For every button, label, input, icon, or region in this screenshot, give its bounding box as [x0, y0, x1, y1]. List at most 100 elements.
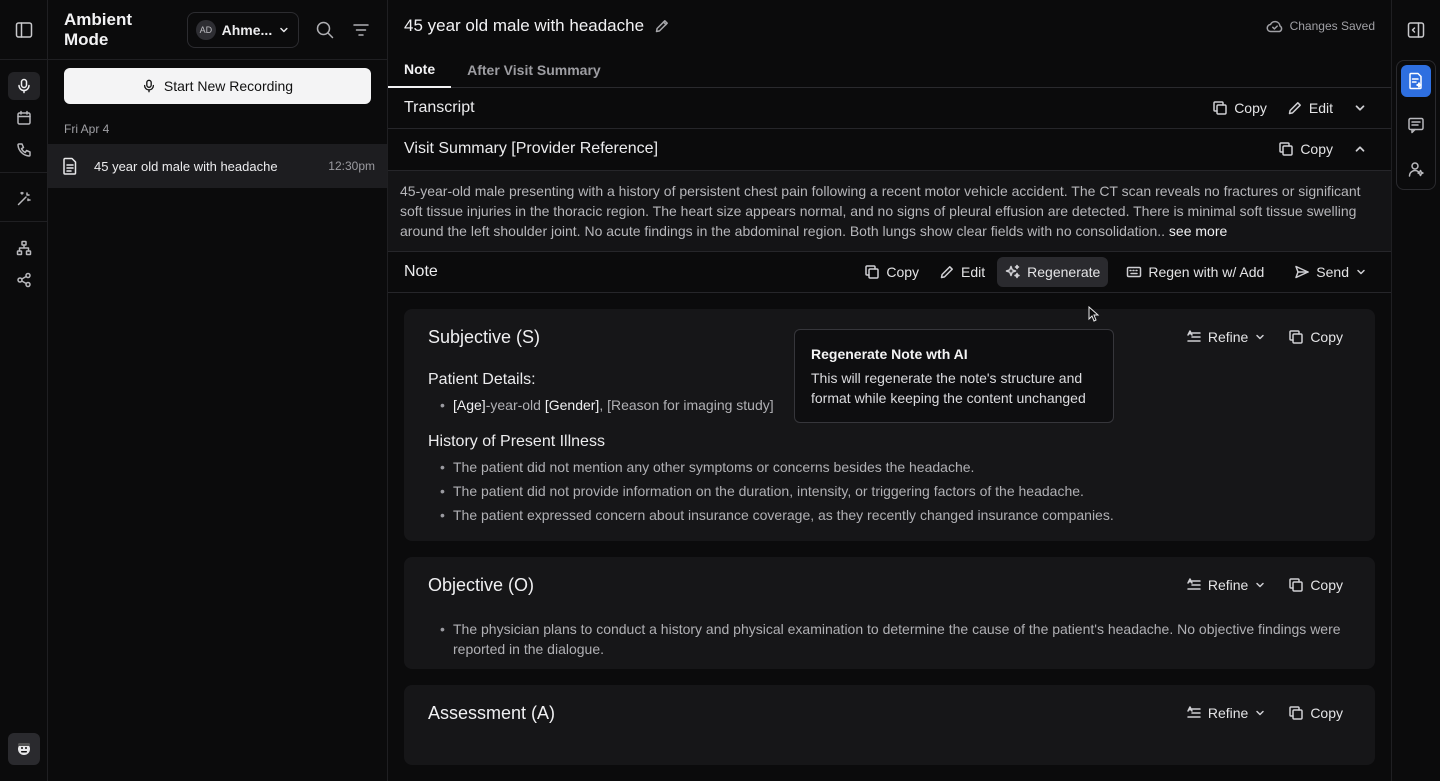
sparkles-icon [1005, 264, 1020, 279]
pencil-icon [655, 19, 668, 33]
chevron-down-icon [280, 27, 288, 32]
objective-refine-button[interactable]: Refine [1178, 570, 1274, 600]
cloud-check-icon [1266, 20, 1282, 33]
assessment-copy-button[interactable]: Copy [1280, 698, 1351, 728]
regen-with-add-button[interactable]: Regen with w/ Add [1118, 257, 1272, 287]
visit-summary-collapse-button[interactable] [1345, 134, 1375, 164]
start-recording-button[interactable]: Start New Recording [64, 68, 371, 104]
person-star-icon [1408, 162, 1424, 177]
regenerate-label: Regenerate [1027, 263, 1101, 280]
rail-phone-button[interactable] [8, 136, 40, 164]
note-main: 45 year old male with headache Changes S… [388, 0, 1392, 781]
visit-summary-text: 45-year-old male presenting with a histo… [388, 170, 1391, 252]
regenerate-tooltip: Regenerate Note wth AI This will regener… [794, 329, 1114, 423]
mouse-cursor-icon [1088, 306, 1100, 322]
start-recording-label: Start New Recording [163, 78, 294, 94]
rail-hierarchy-button[interactable] [8, 234, 40, 262]
chat-button[interactable] [1401, 109, 1431, 141]
chat-icon [1408, 117, 1424, 134]
keyboard-icon [1127, 266, 1142, 278]
visit-summary-label: Visit Summary [Provider Reference] [404, 140, 659, 158]
chevron-down-icon [1256, 334, 1265, 340]
sidebar-toggle-icon [15, 21, 32, 38]
hierarchy-icon [16, 240, 31, 256]
copy-icon [1279, 142, 1294, 157]
mode-title: Ambient Mode [64, 9, 132, 49]
copy-icon [1213, 101, 1227, 115]
user-select[interactable]: AD Ahme... [187, 11, 299, 48]
document-icon [63, 157, 77, 175]
search-button[interactable] [315, 20, 335, 40]
session-date: Fri Apr 4 [64, 122, 110, 136]
objective-card: Objective (O) Refine Copy • The physicia… [404, 557, 1375, 669]
list-item: The patient did not mention any other sy… [440, 455, 1351, 479]
tab-note[interactable]: Note [388, 52, 452, 88]
objective-list: The physician plans to conduct a history… [440, 617, 1351, 661]
copy-icon [865, 265, 880, 279]
visit-summary-row: Visit Summary [Provider Reference] Copy [388, 129, 1391, 171]
filter-button[interactable] [351, 20, 371, 40]
rail-templates-button[interactable] [8, 185, 40, 213]
assistant-avatar[interactable] [8, 733, 40, 765]
regen-with-add-label: Regen with w/ Add [1148, 263, 1265, 280]
pencil-icon [940, 265, 953, 279]
right-dock [1396, 60, 1436, 190]
edit-title-button[interactable] [654, 18, 670, 34]
microphone-icon [143, 79, 154, 93]
rail-divider [0, 172, 47, 173]
rail-share-button[interactable] [8, 266, 40, 294]
session-item[interactable]: 45 year old male with headache 12:30pm [48, 144, 387, 188]
edit-label: Edit [1308, 99, 1333, 116]
panel-collapse-icon [1407, 22, 1425, 38]
ai-note-button[interactable] [1401, 65, 1431, 97]
note-label: Note [404, 262, 438, 280]
tooltip-text: This will regenerate the note's structur… [811, 370, 1086, 406]
objective-copy-button[interactable]: Copy [1280, 570, 1351, 600]
transcript-expand-button[interactable] [1345, 93, 1375, 123]
transcript-row: Transcript Copy Edit [388, 88, 1391, 130]
rail-divider [0, 221, 47, 222]
chevron-down-icon [1256, 710, 1265, 716]
visit-summary-copy-button[interactable]: Copy [1270, 134, 1341, 164]
assistant-person-button[interactable] [1401, 153, 1431, 185]
sessions-panel: Ambient Mode AD Ahme... Start New Record… [48, 0, 388, 781]
hpi-heading: History of Present Illness [428, 433, 605, 450]
subjective-refine-button[interactable]: Refine [1178, 322, 1274, 352]
hpi-list: The patient did not mention any other sy… [440, 455, 1351, 527]
copy-icon [1289, 578, 1304, 592]
calendar-icon [16, 110, 31, 125]
regenerate-button[interactable]: Regenerate [997, 256, 1109, 287]
magic-wand-icon [17, 191, 31, 206]
save-status-text: Changes Saved [1289, 18, 1375, 33]
note-edit-button[interactable]: Edit [931, 257, 993, 287]
copy-label: Copy [886, 263, 920, 280]
chevron-up-icon [1355, 146, 1365, 152]
chevron-down-icon [1256, 582, 1265, 588]
rail-ambient-button[interactable] [7, 72, 40, 100]
copy-label: Copy [1310, 577, 1343, 593]
transcript-copy-button[interactable]: Copy [1204, 93, 1275, 123]
page-title: 45 year old male with headache [404, 15, 645, 35]
chevron-down-icon [1355, 105, 1365, 111]
assistant-avatar-icon [18, 743, 30, 755]
panel-collapse-button[interactable] [1406, 0, 1426, 60]
note-copy-button[interactable]: Copy [856, 257, 927, 287]
note-header: 45 year old male with headache Changes S… [388, 0, 1391, 52]
subjective-copy-button[interactable]: Copy [1280, 322, 1351, 352]
refine-icon [1187, 706, 1201, 718]
microphone-icon [17, 78, 30, 94]
search-icon [316, 21, 334, 38]
assessment-refine-button[interactable]: Refine [1178, 698, 1274, 728]
tab-after-visit-summary[interactable]: After Visit Summary [451, 52, 617, 88]
transcript-edit-button[interactable]: Edit [1279, 93, 1341, 123]
rail-calendar-button[interactable] [8, 104, 40, 132]
session-name: 45 year old male with headache [94, 158, 278, 174]
see-more-link[interactable]: see more [1165, 223, 1227, 239]
send-button[interactable]: Send [1286, 257, 1375, 287]
sidebar-toggle[interactable] [0, 0, 47, 60]
assessment-title: Assessment (A) [428, 702, 556, 723]
objective-title: Objective (O) [428, 574, 535, 595]
list-item: The physician plans to conduct a history… [440, 617, 1351, 661]
session-time: 12:30pm [328, 159, 375, 173]
pencil-icon [1288, 101, 1301, 115]
